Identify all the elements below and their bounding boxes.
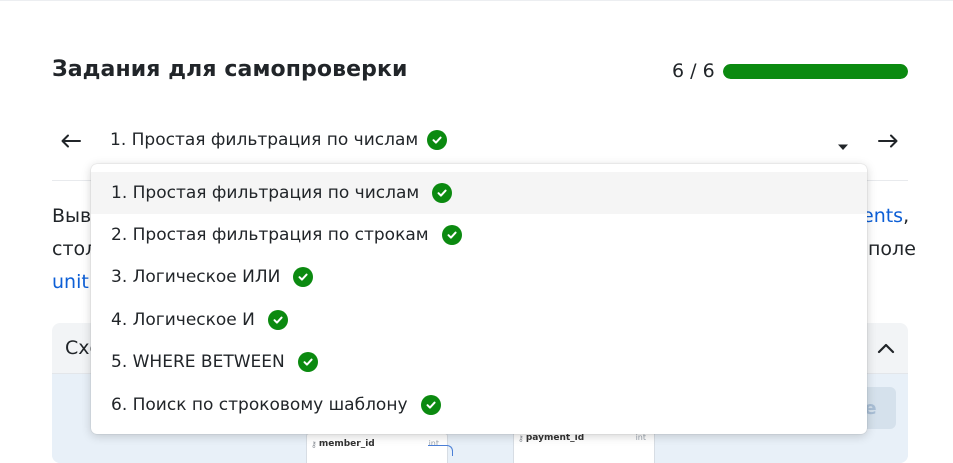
check-icon bbox=[441, 225, 462, 245]
check-icon bbox=[420, 395, 441, 415]
caret-down-icon bbox=[838, 144, 848, 150]
check-icon bbox=[432, 183, 453, 203]
next-task-button[interactable] bbox=[875, 128, 901, 154]
task-option-3[interactable]: 3. Логическое ИЛИ bbox=[91, 256, 867, 298]
field-type: int bbox=[635, 433, 646, 442]
progress-bar bbox=[723, 64, 908, 79]
current-task-label: 1. Простая фильтрация по числам bbox=[110, 130, 419, 150]
task-option-label: 6. Поиск по строковому шаблону bbox=[111, 395, 408, 415]
field-link[interactable]: unit bbox=[52, 271, 89, 293]
task-selector[interactable]: 1. Простая фильтрация по числам bbox=[110, 130, 448, 150]
task-option-5[interactable]: 5. WHERE BETWEEN bbox=[91, 341, 867, 383]
task-dropdown-menu: 1. Простая фильтрация по числам 2. Прост… bbox=[91, 164, 867, 434]
check-icon bbox=[267, 310, 288, 330]
prev-task-button[interactable] bbox=[58, 128, 84, 154]
key-icon: ⚷ bbox=[518, 433, 524, 443]
task-text-line2-end: поле bbox=[868, 238, 916, 260]
task-option-label: 1. Простая фильтрация по числам bbox=[111, 183, 420, 203]
table-link[interactable]: ents bbox=[862, 205, 903, 227]
chevron-up-icon[interactable] bbox=[877, 339, 895, 358]
arrow-left-icon bbox=[61, 134, 81, 148]
task-option-label: 4. Логическое И bbox=[111, 310, 255, 330]
key-icon: ⚷ bbox=[311, 439, 317, 449]
top-divider bbox=[0, 0, 953, 1]
task-option-2[interactable]: 2. Простая фильтрация по строкам bbox=[91, 214, 867, 256]
task-text-line1-start: Выв bbox=[52, 205, 92, 227]
table-field: ⚷ payment_id bbox=[518, 433, 585, 443]
check-icon bbox=[297, 352, 318, 372]
task-option-6[interactable]: 6. Поиск по строковому шаблону bbox=[91, 384, 867, 426]
check-icon bbox=[427, 130, 448, 150]
check-icon bbox=[293, 267, 314, 287]
task-option-label: 5. WHERE BETWEEN bbox=[111, 352, 285, 372]
table-field: ⚷ member_id bbox=[311, 439, 375, 449]
task-option-label: 2. Простая фильтрация по строкам bbox=[111, 225, 429, 245]
progress-counter: 6 / 6 bbox=[672, 60, 715, 82]
task-option-label: 3. Логическое ИЛИ bbox=[111, 267, 281, 287]
task-option-4[interactable]: 4. Логическое И bbox=[91, 299, 867, 341]
relation-line bbox=[428, 445, 453, 456]
progress-bar-fill bbox=[723, 64, 908, 79]
task-text-line1-end: ents, bbox=[862, 205, 910, 227]
page-title: Задания для самопроверки bbox=[52, 57, 408, 82]
arrow-right-icon bbox=[878, 134, 898, 148]
schema-table: ⚷ member_id int bbox=[306, 433, 448, 463]
task-option-1[interactable]: 1. Простая фильтрация по числам bbox=[91, 172, 867, 214]
dropdown-toggle[interactable] bbox=[836, 137, 850, 156]
